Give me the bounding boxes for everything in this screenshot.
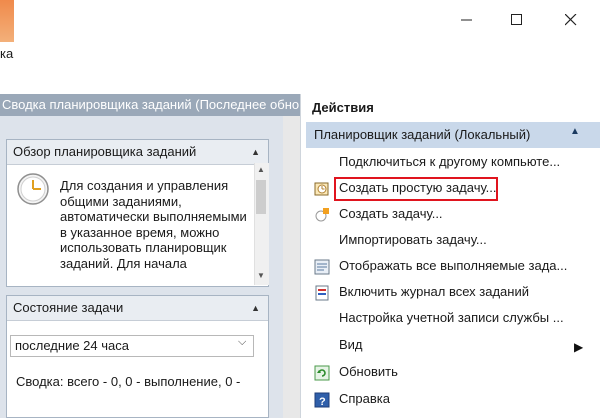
highlight-box [334, 177, 498, 201]
svg-text:?: ? [319, 396, 326, 408]
action-help[interactable]: ? Справка [306, 387, 600, 413]
menu-bar [0, 42, 600, 64]
minimize-icon [461, 14, 473, 29]
action-import-task[interactable]: Импортировать задачу... [306, 228, 600, 254]
task-status-header[interactable]: Состояние задачи ▲ [7, 296, 268, 321]
status-summary: Сводка: всего - 0, 0 - выполнение, 0 - [16, 374, 241, 389]
maximize-icon [511, 13, 523, 29]
scroll-down-icon[interactable]: ▼ [257, 271, 265, 280]
task-status-title: Состояние задачи [13, 300, 124, 315]
summary-scrollbar[interactable] [283, 116, 300, 418]
collapse-icon[interactable]: ▲ [251, 140, 260, 164]
period-select-value: последние 24 часа [15, 338, 129, 353]
action-enable-history[interactable]: Включить журнал всех заданий [306, 280, 600, 306]
overview-title: Обзор планировщика заданий [13, 144, 197, 159]
menu-item-action[interactable]: ка [0, 46, 13, 61]
action-label: Создать задачу... [339, 206, 443, 221]
overview-description: Для создания и управления общими задания… [60, 178, 247, 271]
scroll-up-icon[interactable]: ▲ [257, 165, 265, 174]
action-label: Вид [339, 337, 363, 352]
action-refresh[interactable]: Обновить [306, 360, 600, 386]
scrollbar-thumb[interactable] [256, 180, 266, 214]
clock-icon [16, 172, 50, 206]
history-icon [314, 285, 330, 301]
period-select[interactable]: последние 24 часа [10, 335, 254, 357]
desktop-background-strip [0, 0, 14, 42]
toolbar-area [0, 64, 600, 94]
action-display-running-tasks[interactable]: Отображать все выполняемые зада... [306, 254, 600, 280]
action-label: Настройка учетной записи службы ... [339, 310, 564, 325]
action-connect-computer[interactable]: Подключиться к другому компьюте... [306, 150, 600, 176]
action-label: Обновить [339, 364, 398, 379]
action-service-account[interactable]: Настройка учетной записи службы ... [306, 306, 600, 332]
chevron-down-icon[interactable]: ⌵ [238, 336, 246, 349]
actions-header: Действия [312, 100, 374, 115]
close-button[interactable] [548, 0, 594, 42]
collapse-icon[interactable]: ▲ [570, 126, 580, 137]
scheduler-section-header[interactable]: Планировщик заданий (Локальный) [306, 122, 600, 148]
collapse-icon[interactable]: ▲ [251, 296, 260, 320]
close-icon [564, 13, 577, 29]
running-tasks-icon [314, 259, 330, 275]
create-task-icon [314, 207, 330, 223]
overview-panel-header[interactable]: Обзор планировщика заданий ▲ [7, 140, 268, 165]
help-icon: ? [314, 392, 330, 408]
action-label: Отображать все выполняемые зада... [339, 258, 568, 273]
maximize-button[interactable] [494, 0, 540, 42]
action-label: Импортировать задачу... [339, 232, 487, 247]
minimize-button[interactable] [444, 0, 490, 42]
create-basic-task-icon [314, 181, 330, 197]
submenu-arrow-icon[interactable]: ▶ [574, 340, 583, 354]
action-view[interactable]: Вид [306, 333, 600, 359]
refresh-icon [314, 365, 330, 381]
action-label: Справка [339, 391, 390, 406]
action-label: Включить журнал всех заданий [339, 284, 529, 299]
summary-header: Сводка планировщика заданий (Последнее о… [0, 94, 300, 116]
action-create-task[interactable]: Создать задачу... [306, 202, 600, 228]
action-label: Подключиться к другому компьюте... [339, 154, 561, 169]
